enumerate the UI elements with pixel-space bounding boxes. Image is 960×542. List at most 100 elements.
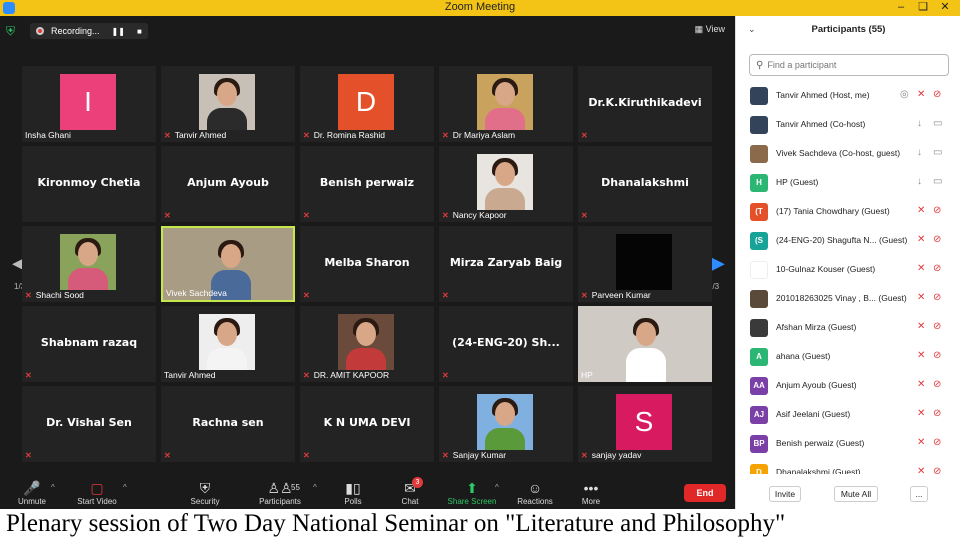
participant-row[interactable]: (S (24-ENG-20) Shagufta N... (Guest) ✕ ⊘ (736, 227, 960, 256)
photo-body (346, 348, 386, 370)
camera-off-icon[interactable]: ⊘ (933, 379, 941, 391)
participant-row[interactable]: H HP (Guest) ↓ ▭ (736, 169, 960, 198)
participant-row[interactable]: (T (17) Tania Chowdhary (Guest) ✕ ⊘ (736, 198, 960, 227)
mic-on-icon[interactable]: ↓ (917, 147, 922, 159)
more-button[interactable]: ••• More (556, 479, 626, 507)
participant-photo (199, 314, 255, 370)
close-window-button[interactable]: ✕ (934, 0, 956, 16)
mic-muted-icon[interactable]: ✕ (917, 350, 925, 362)
mic-muted-icon[interactable]: ✕ (917, 292, 925, 304)
video-tile[interactable]: ✕ Nancy Kapoor (439, 146, 573, 222)
participant-initials-avatar: A (750, 348, 768, 366)
participant-row[interactable]: Aahana (Guest) ✕ ⊘ (736, 343, 960, 372)
participant-row[interactable]: D Dhanalakshmi (Guest) ✕ ⊘ (736, 459, 960, 474)
mic-on-icon[interactable]: ↓ (917, 118, 922, 130)
video-tile[interactable]: HP (578, 306, 712, 382)
video-tile[interactable]: Mirza Zaryab Baig ✕ (439, 226, 573, 302)
mute-all-button[interactable]: Mute All (834, 486, 878, 502)
camera-off-icon[interactable]: ⊘ (933, 408, 941, 420)
participant-search-box[interactable]: ⚲ (749, 54, 949, 76)
pause-recording-icon[interactable]: ❚❚ (112, 27, 125, 36)
video-tile[interactable]: Benish perwaiz ✕ (300, 146, 434, 222)
video-tile[interactable]: ✕ DR. AMIT KAPOOR (300, 306, 434, 382)
end-meeting-button[interactable]: End (684, 484, 726, 502)
video-tile[interactable]: K N UMA DEVI ✕ (300, 386, 434, 462)
video-tile[interactable]: Dhanalakshmi ✕ (578, 146, 712, 222)
participant-row[interactable]: Tanvir Ahmed (Co-host) ↓ ▭ (736, 111, 960, 140)
photo-head (495, 82, 515, 106)
participant-initials-avatar: (T (750, 203, 768, 221)
mic-muted-icon[interactable]: ✕ (917, 466, 925, 474)
video-tile[interactable]: Dr. Vishal Sen ✕ (22, 386, 156, 462)
mic-muted-icon[interactable]: ✕ (917, 437, 925, 449)
participants-button[interactable]: ♙♙ 55 Participants (245, 479, 315, 507)
participant-search-input[interactable] (767, 60, 938, 70)
share-options-caret-icon[interactable]: ^ (495, 483, 499, 492)
stop-recording-icon[interactable]: ■ (137, 27, 142, 36)
camera-on-icon[interactable]: ▭ (933, 118, 942, 130)
video-tile[interactable]: Shabnam razaq ✕ (22, 306, 156, 382)
audio-options-caret-icon[interactable]: ^ (51, 483, 55, 492)
participant-row[interactable]: Tanvir Ahmed (Host, me) ◎ ✕ ⊘ (736, 82, 960, 111)
participant-row[interactable]: Vivek Sachdeva (Co-host, guest) ↓ ▭ (736, 140, 960, 169)
video-tile[interactable]: ✕ Tanvir Ahmed (161, 66, 295, 142)
video-tile[interactable]: Dr.K.Kiruthikadevi ✕ (578, 66, 712, 142)
tile-name: Vivek Sachdeva (166, 288, 227, 298)
participant-row[interactable]: Afshan Mirza (Guest) ✕ ⊘ (736, 314, 960, 343)
camera-off-icon[interactable]: ⊘ (933, 466, 941, 474)
participant-row[interactable]: AA Anjum Ayoub (Guest) ✕ ⊘ (736, 372, 960, 401)
camera-off-icon[interactable]: ⊘ (933, 292, 941, 304)
video-tile[interactable]: Vivek Sachdeva (161, 226, 295, 302)
video-tile[interactable]: I Insha Ghani (22, 66, 156, 142)
mic-muted-icon[interactable]: ✕ (917, 408, 925, 420)
mic-muted-icon[interactable]: ✕ (917, 234, 925, 246)
unmute-button[interactable]: 🎤 Unmute (0, 479, 67, 507)
camera-off-icon[interactable]: ⊘ (933, 350, 941, 362)
video-tile[interactable]: ✕ Sanjay Kumar (439, 386, 573, 462)
camera-off-icon[interactable]: ⊘ (933, 89, 941, 101)
camera-off-icon[interactable]: ⊘ (933, 321, 941, 333)
participants-caret-icon[interactable]: ^ (313, 483, 317, 492)
mic-muted-icon[interactable]: ✕ (917, 379, 925, 391)
mic-muted-icon[interactable]: ✕ (917, 263, 925, 275)
video-tile[interactable]: Kironmoy Chetia (22, 146, 156, 222)
participant-row[interactable]: BP Benish perwaiz (Guest) ✕ ⊘ (736, 430, 960, 459)
video-tile[interactable]: D ✕ Dr. Romina Rashid (300, 66, 434, 142)
mic-muted-icon[interactable]: ✕ (917, 205, 925, 217)
chat-button[interactable]: ✉ 3 Chat (375, 477, 445, 507)
start-video-button[interactable]: ▢ Start Video (62, 479, 132, 507)
mic-on-icon[interactable]: ↓ (917, 176, 922, 188)
video-options-caret-icon[interactable]: ^ (123, 483, 127, 492)
participant-row[interactable]: 10-Gulnaz Kouser (Guest) ✕ ⊘ (736, 256, 960, 285)
video-tile[interactable]: Rachna sen ✕ (161, 386, 295, 462)
video-tile[interactable]: Tanvir Ahmed (161, 306, 295, 382)
tile-name: Tanvir Ahmed (164, 370, 216, 380)
view-button[interactable]: ▦ View (695, 24, 725, 35)
participant-row[interactable]: 201018263025 Vinay , B... (Guest) ✕ ⊘ (736, 285, 960, 314)
invite-button[interactable]: Invite (769, 486, 801, 502)
security-button[interactable]: ⛨ Security (170, 479, 240, 507)
video-tile[interactable]: S ✕ sanjay yadav (578, 386, 712, 462)
tile-center-name: Melba Sharon (324, 256, 410, 269)
muted-mic-icon: ✕ (303, 370, 310, 380)
restore-button[interactable]: ❏ (912, 0, 934, 16)
participant-row[interactable]: AJ Asif Jeelani (Guest) ✕ ⊘ (736, 401, 960, 430)
video-tile[interactable]: Melba Sharon ✕ (300, 226, 434, 302)
camera-off-icon[interactable]: ⊘ (933, 205, 941, 217)
panel-more-button[interactable]: ... (910, 486, 928, 502)
camera-off-icon[interactable]: ⊘ (933, 234, 941, 246)
participant-name: Tanvir Ahmed (Co-host) (776, 119, 866, 129)
camera-on-icon[interactable]: ▭ (933, 176, 942, 188)
camera-off-icon[interactable]: ⊘ (933, 437, 941, 449)
video-tile[interactable]: ✕ Parveen Kumar (578, 226, 712, 302)
camera-off-icon[interactable]: ⊘ (933, 263, 941, 275)
participant-video-off (616, 234, 672, 290)
video-tile[interactable]: ✕ Dr Mariya Aslam (439, 66, 573, 142)
video-tile[interactable]: (24-ENG-20) Sh... ✕ (439, 306, 573, 382)
video-tile[interactable]: ✕ Shachi Sood (22, 226, 156, 302)
mic-muted-icon[interactable]: ✕ (917, 89, 925, 101)
video-tile[interactable]: Anjum Ayoub ✕ (161, 146, 295, 222)
mic-muted-icon[interactable]: ✕ (917, 321, 925, 333)
camera-on-icon[interactable]: ▭ (933, 147, 942, 159)
minimize-button[interactable]: – (890, 0, 912, 16)
